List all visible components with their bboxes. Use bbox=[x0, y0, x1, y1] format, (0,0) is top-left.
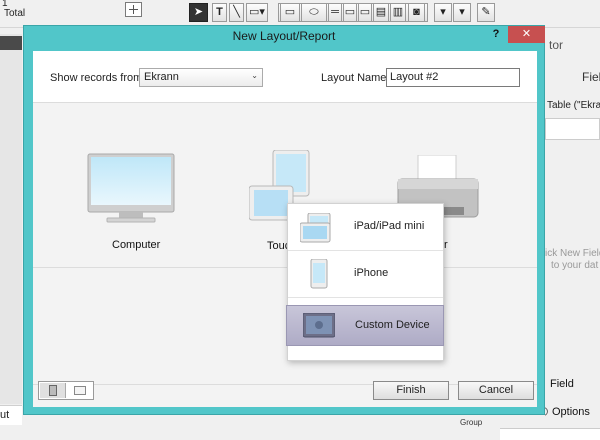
printer-label: r bbox=[444, 239, 448, 251]
left-panel bbox=[0, 34, 22, 404]
landscape-button[interactable] bbox=[67, 383, 93, 398]
popup-item-custom-device[interactable]: Custom Device bbox=[286, 305, 444, 346]
inspector-title: tor bbox=[549, 38, 564, 52]
layout-name-input[interactable]: Layout #2 bbox=[386, 68, 520, 87]
web-viewer-button[interactable]: ▤ bbox=[373, 3, 389, 22]
field-picker-button[interactable]: ▾ bbox=[434, 3, 452, 22]
custom-device-label: Custom Device bbox=[355, 319, 430, 331]
options-button[interactable]: Options bbox=[552, 406, 590, 418]
computer-label: Computer bbox=[112, 239, 161, 251]
field-tool-button[interactable]: ▭ bbox=[280, 3, 300, 22]
chevron-down-icon: ⌄ bbox=[251, 71, 258, 80]
tab-tool-button[interactable]: ═ bbox=[328, 3, 342, 22]
dialog-body: Show records from: Ekrann ⌄ Layout Name:… bbox=[33, 51, 537, 407]
shape-tool-button[interactable]: ▭▾ bbox=[246, 3, 268, 22]
hint-text: ick New Field bbox=[545, 248, 600, 259]
iphone-label: iPhone bbox=[354, 267, 389, 279]
chart-tool-button[interactable]: ▥ bbox=[390, 3, 406, 22]
button-tool-button[interactable]: ⬭ bbox=[301, 3, 327, 22]
field-list[interactable] bbox=[545, 118, 600, 140]
portrait-icon bbox=[49, 385, 57, 396]
help-button[interactable]: ? bbox=[489, 28, 503, 42]
show-records-label: Show records from: bbox=[50, 72, 146, 84]
iphone-icon bbox=[310, 259, 328, 289]
field-control-button[interactable]: ▾ bbox=[453, 3, 471, 22]
show-all-icon[interactable] bbox=[125, 2, 142, 17]
show-records-select[interactable]: Ekrann ⌄ bbox=[139, 68, 263, 87]
layout-name-label: Layout Name: bbox=[321, 72, 390, 84]
new-layout-dialog: New Layout/Report ? ✕ Show records from:… bbox=[23, 25, 545, 415]
bottom-right-area bbox=[500, 428, 600, 440]
layout-dropdown[interactable] bbox=[0, 36, 22, 50]
touch-device-popup: iPad/iPad mini iPhone Custom Device bbox=[286, 203, 444, 361]
dialog-title: New Layout/Report bbox=[232, 29, 336, 43]
hint-text-2: to your dat bbox=[551, 260, 599, 271]
app-toolbar: 1 Total ➤ T ╲ ▭▾ ▭ ⬭ ═ ▭ ▭ ▤ ▥ ◙ ▾ ▾ ✎ bbox=[0, 0, 600, 28]
ipad-icon bbox=[300, 213, 331, 243]
portrait-button[interactable] bbox=[40, 383, 66, 398]
line-tool-button[interactable]: ╲ bbox=[229, 3, 244, 22]
computer-option[interactable]: Computer bbox=[81, 153, 181, 253]
popup-item-iphone[interactable]: iPhone bbox=[288, 251, 443, 298]
group-label: Group bbox=[460, 418, 483, 427]
finish-button[interactable]: Finish bbox=[373, 381, 449, 400]
popup-item-ipad[interactable]: iPad/iPad mini bbox=[288, 204, 443, 251]
custom-device-icon bbox=[303, 313, 335, 338]
popover-tool-button[interactable]: ◙ bbox=[408, 3, 425, 22]
landscape-icon bbox=[74, 386, 86, 395]
field-header: Fiel bbox=[582, 70, 600, 84]
show-records-value: Ekrann bbox=[144, 71, 179, 83]
field-tab[interactable]: Field bbox=[550, 378, 574, 390]
portal-tool-button[interactable]: ▭ bbox=[358, 3, 372, 22]
format-painter-button[interactable]: ✎ bbox=[477, 3, 495, 22]
cancel-button[interactable]: Cancel bbox=[458, 381, 534, 400]
close-button[interactable]: ✕ bbox=[508, 26, 545, 43]
section-divider bbox=[33, 267, 537, 268]
pointer-tool-button[interactable]: ➤ bbox=[189, 3, 208, 22]
left-bottom-field: ut bbox=[0, 405, 22, 425]
table-label: Table ("Ekran bbox=[547, 100, 600, 111]
text-tool-button[interactable]: T bbox=[212, 3, 227, 22]
total-label: Total bbox=[4, 8, 26, 19]
orientation-toggle bbox=[38, 381, 94, 400]
computer-icon bbox=[87, 153, 175, 223]
slide-tool-button[interactable]: ▭ bbox=[343, 3, 357, 22]
ipad-label: iPad/iPad mini bbox=[354, 220, 425, 232]
dialog-header-panel: Show records from: Ekrann ⌄ Layout Name:… bbox=[33, 51, 537, 103]
